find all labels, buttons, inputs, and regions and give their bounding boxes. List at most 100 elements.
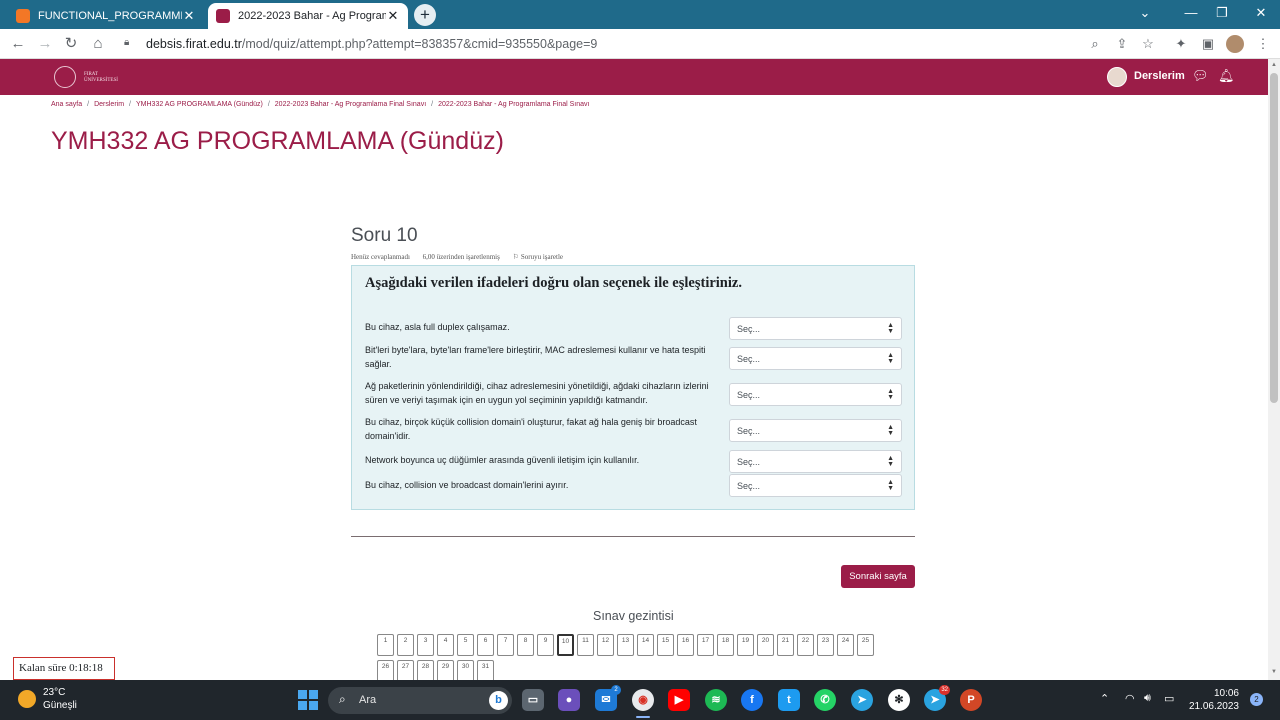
quiz-nav-button[interactable]: 30 bbox=[457, 660, 474, 682]
match-statement: Bu cihaz, collision ve broadcast domain'… bbox=[365, 480, 569, 490]
browser-tab-functional-programming[interactable]: FUNCTIONAL_PROGRAMMING.ip ✕ bbox=[8, 3, 204, 29]
quiz-nav-button[interactable]: 24 bbox=[837, 634, 854, 656]
notifications-bell-icon[interactable]: 🔔︎ bbox=[1218, 68, 1235, 84]
quiz-nav-button[interactable]: 23 bbox=[817, 634, 834, 656]
share-icon[interactable]: ⇪ bbox=[1113, 35, 1131, 53]
back-icon[interactable]: ← bbox=[8, 34, 28, 54]
quiz-nav-button[interactable]: 6 bbox=[477, 634, 494, 656]
new-tab-button[interactable]: + bbox=[414, 4, 436, 26]
match-select[interactable]: Seç... ▲ ▼ bbox=[729, 450, 902, 473]
breadcrumb-item[interactable]: 2022-2023 Bahar - Ag Programlama Final S… bbox=[275, 101, 426, 108]
extensions-icon[interactable]: ✦ bbox=[1172, 35, 1190, 53]
quiz-nav-button[interactable]: 28 bbox=[417, 660, 434, 682]
youtube-icon[interactable]: ▶ bbox=[668, 689, 690, 711]
volume-icon[interactable]: 🔊︎ bbox=[1144, 692, 1151, 705]
telegram-icon[interactable]: ➤ bbox=[851, 689, 873, 711]
tab-search-icon[interactable]: ⌄ bbox=[1122, 0, 1168, 28]
quiz-nav-button[interactable]: 29 bbox=[437, 660, 454, 682]
quiz-nav-button[interactable]: 1 bbox=[377, 634, 394, 656]
reload-icon[interactable]: ↻ bbox=[61, 34, 81, 54]
match-select[interactable]: Seç... ▲ ▼ bbox=[729, 347, 902, 370]
quiz-nav-button[interactable]: 15 bbox=[657, 634, 674, 656]
mail-icon[interactable]: ✉ 2 bbox=[595, 685, 621, 711]
windows-start-icon[interactable] bbox=[298, 690, 318, 710]
quiz-nav-button[interactable]: 19 bbox=[737, 634, 754, 656]
next-page-button[interactable]: Sonraki sayfa bbox=[841, 565, 915, 588]
spotify-icon[interactable]: ≋ bbox=[705, 689, 727, 711]
profile-avatar[interactable] bbox=[1226, 35, 1244, 53]
breadcrumb-item[interactable]: Derslerim bbox=[94, 101, 124, 108]
chrome-menu-icon[interactable]: ⋮ bbox=[1254, 35, 1272, 53]
quiz-nav-button[interactable]: 13 bbox=[617, 634, 634, 656]
weather-description[interactable]: Güneşli bbox=[43, 700, 77, 711]
teams-chat-icon[interactable]: ● bbox=[558, 689, 580, 711]
flag-question-link[interactable]: ⚐ Soruyu işaretle bbox=[513, 253, 574, 261]
quiz-nav-button[interactable]: 8 bbox=[517, 634, 534, 656]
quiz-nav-button[interactable]: 21 bbox=[777, 634, 794, 656]
scroll-up-icon[interactable]: ▲ bbox=[1270, 62, 1278, 68]
quiz-nav-button[interactable]: 31 bbox=[477, 660, 494, 682]
close-tab-icon[interactable]: ✕ bbox=[182, 8, 196, 24]
task-view-icon[interactable]: ▭ bbox=[522, 689, 544, 711]
battery-icon[interactable]: ▭ bbox=[1164, 692, 1174, 705]
system-clock[interactable]: 10:06 21.06.2023 bbox=[1187, 687, 1239, 713]
close-window-button[interactable]: ✕ bbox=[1238, 0, 1280, 28]
user-menu-label[interactable]: Derslerim bbox=[1134, 70, 1185, 82]
chrome-icon[interactable]: ◉ bbox=[632, 689, 654, 711]
openai-icon[interactable]: ✻ bbox=[888, 689, 910, 711]
twitter-icon[interactable]: t bbox=[778, 689, 800, 711]
quiz-nav-button[interactable]: 22 bbox=[797, 634, 814, 656]
user-avatar[interactable] bbox=[1107, 67, 1127, 87]
facebook-icon[interactable]: f bbox=[741, 689, 763, 711]
show-hidden-icons-icon[interactable]: ⌃ bbox=[1100, 692, 1109, 705]
powerpoint-icon[interactable]: P bbox=[960, 689, 982, 711]
select-arrows-icon: ▲ ▼ bbox=[887, 455, 894, 468]
scrollbar-thumb[interactable] bbox=[1270, 73, 1278, 403]
breadcrumb-item[interactable]: YMH332 AG PROGRAMLAMA (Gündüz) bbox=[136, 101, 263, 108]
page-scrollbar[interactable]: ▲ ▼ bbox=[1268, 59, 1280, 680]
home-icon[interactable]: ⌂ bbox=[88, 34, 108, 54]
match-select[interactable]: Seç... ▲ ▼ bbox=[729, 317, 902, 340]
breadcrumb-item[interactable]: 2022-2023 Bahar - Ag Programlama Final S… bbox=[438, 101, 589, 108]
quiz-nav-button[interactable]: 17 bbox=[697, 634, 714, 656]
quiz-nav-button[interactable]: 5 bbox=[457, 634, 474, 656]
quiz-nav-button[interactable]: 10 bbox=[557, 634, 574, 656]
browser-tab-quiz[interactable]: 2022-2023 Bahar - Ag Programla ✕ bbox=[208, 3, 408, 29]
match-select[interactable]: Seç... ▲ ▼ bbox=[729, 419, 902, 442]
university-logo[interactable] bbox=[54, 66, 76, 88]
quiz-nav-button[interactable]: 11 bbox=[577, 634, 594, 656]
wifi-icon[interactable]: ◠ bbox=[1125, 692, 1135, 705]
quiz-nav-button[interactable]: 3 bbox=[417, 634, 434, 656]
whatsapp-icon[interactable]: ✆ bbox=[814, 689, 836, 711]
address-bar[interactable]: 🔒︎ debsis.firat.edu.tr/mod/quiz/attempt.… bbox=[114, 32, 1164, 56]
quiz-nav-button[interactable]: 16 bbox=[677, 634, 694, 656]
bookmark-star-icon[interactable]: ☆ bbox=[1139, 35, 1157, 53]
quiz-nav-button[interactable]: 18 bbox=[717, 634, 734, 656]
notification-count-badge[interactable]: 2 bbox=[1250, 693, 1263, 706]
weather-temperature[interactable]: 23°C bbox=[43, 687, 65, 698]
messages-icon[interactable]: 💬︎ bbox=[1192, 68, 1209, 84]
url-text[interactable]: debsis.firat.edu.tr/mod/quiz/attempt.php… bbox=[146, 37, 597, 51]
quiz-nav-button[interactable]: 7 bbox=[497, 634, 514, 656]
telegram-desktop-icon[interactable]: ➤ 32 bbox=[924, 685, 950, 711]
match-select[interactable]: Seç... ▲ ▼ bbox=[729, 474, 902, 497]
bing-icon[interactable]: b bbox=[489, 691, 508, 710]
close-tab-icon[interactable]: ✕ bbox=[386, 8, 400, 24]
quiz-nav-button[interactable]: 25 bbox=[857, 634, 874, 656]
quiz-nav-button[interactable]: 27 bbox=[397, 660, 414, 682]
match-select[interactable]: Seç... ▲ ▼ bbox=[729, 383, 902, 406]
quiz-nav-button[interactable]: 12 bbox=[597, 634, 614, 656]
weather-sunny-icon[interactable] bbox=[18, 690, 36, 708]
scroll-down-icon[interactable]: ▼ bbox=[1270, 669, 1278, 675]
side-panel-icon[interactable]: ▣ bbox=[1199, 35, 1217, 53]
quiz-nav-button[interactable]: 2 bbox=[397, 634, 414, 656]
breadcrumb-item[interactable]: Ana sayfa bbox=[51, 101, 82, 108]
quiz-nav-button[interactable]: 20 bbox=[757, 634, 774, 656]
forward-icon[interactable]: → bbox=[35, 34, 55, 54]
quiz-nav-button[interactable]: 26 bbox=[377, 660, 394, 682]
quiz-nav-button[interactable]: 4 bbox=[437, 634, 454, 656]
zoom-icon[interactable]: ⌕ bbox=[1086, 35, 1104, 53]
quiz-nav-button[interactable]: 9 bbox=[537, 634, 554, 656]
taskbar-search[interactable]: ⌕ Ara b bbox=[328, 687, 512, 714]
quiz-nav-button[interactable]: 14 bbox=[637, 634, 654, 656]
